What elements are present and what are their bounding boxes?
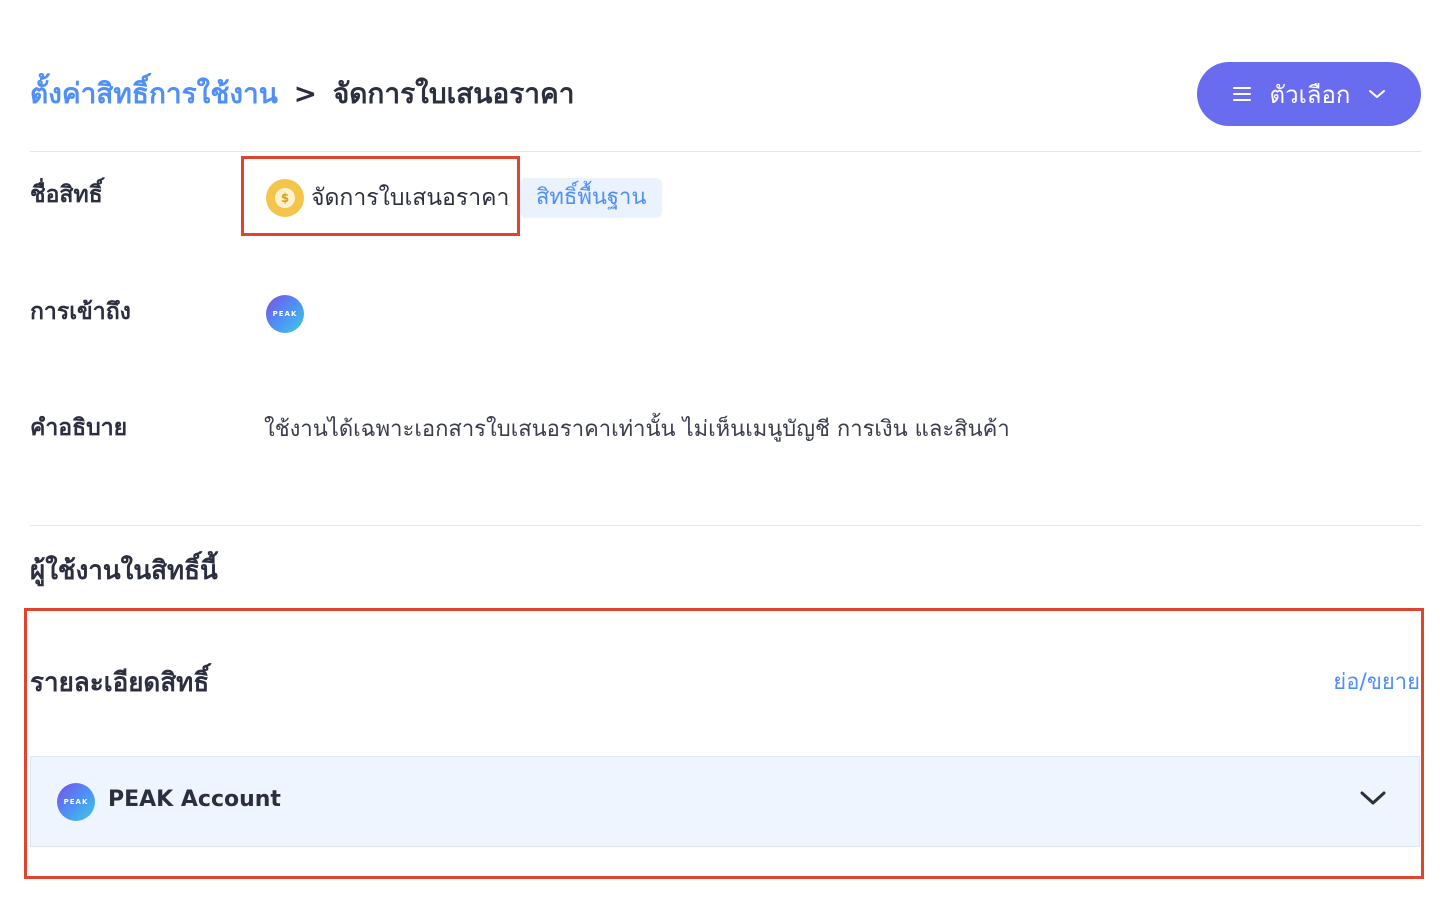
permission-detail-page: ตั้งค่าสิทธิ์การใช้งาน > จัดการใบเสนอราค… xyxy=(0,0,1452,906)
chevron-down-icon xyxy=(1368,88,1386,100)
peak-logo-text: PEAK xyxy=(272,310,298,318)
breadcrumb-separator: > xyxy=(293,77,318,110)
peak-logo: PEAK xyxy=(266,295,304,333)
options-button-label: ตัวเลือก xyxy=(1269,80,1351,109)
section-divider xyxy=(30,525,1421,526)
permission-description: ใช้งานได้เฉพาะเอกสารใบเสนอราคาเท่านั้น ไ… xyxy=(264,417,1010,442)
users-section-title: ผู้ใช้งานในสิทธิ์นี้ xyxy=(30,556,218,586)
header-divider xyxy=(30,151,1421,152)
description-label: คำอธิบาย xyxy=(30,415,128,441)
collapse-expand-link[interactable]: ย่อ/ขยาย xyxy=(1333,664,1420,699)
permission-name-label: ชื่อสิทธิ์ xyxy=(30,182,103,208)
chevron-down-icon[interactable] xyxy=(1359,789,1387,811)
options-button[interactable]: ตัวเลือก xyxy=(1197,62,1421,126)
permission-details-title: รายละเอียดสิทธิ์ xyxy=(30,668,210,698)
access-label: การเข้าถึง xyxy=(30,299,131,325)
permission-name: จัดการใบเสนอราคา xyxy=(311,185,510,211)
app-name: PEAK Account xyxy=(108,787,281,812)
breadcrumb-link-permissions[interactable]: ตั้งค่าสิทธิ์การใช้งาน xyxy=(30,77,278,110)
breadcrumb: ตั้งค่าสิทธิ์การใช้งาน > จัดการใบเสนอราค… xyxy=(30,74,574,114)
peak-logo: PEAK xyxy=(57,783,95,821)
peak-logo-text: PEAK xyxy=(63,798,89,806)
basic-permission-badge: สิทธิ์พื้นฐาน xyxy=(520,178,663,218)
breadcrumb-current: จัดการใบเสนอราคา xyxy=(332,77,575,110)
hamburger-icon xyxy=(1232,85,1252,103)
coin-icon: $ xyxy=(266,179,304,217)
app-row-peak-account[interactable]: PEAK PEAK Account xyxy=(30,756,1420,847)
